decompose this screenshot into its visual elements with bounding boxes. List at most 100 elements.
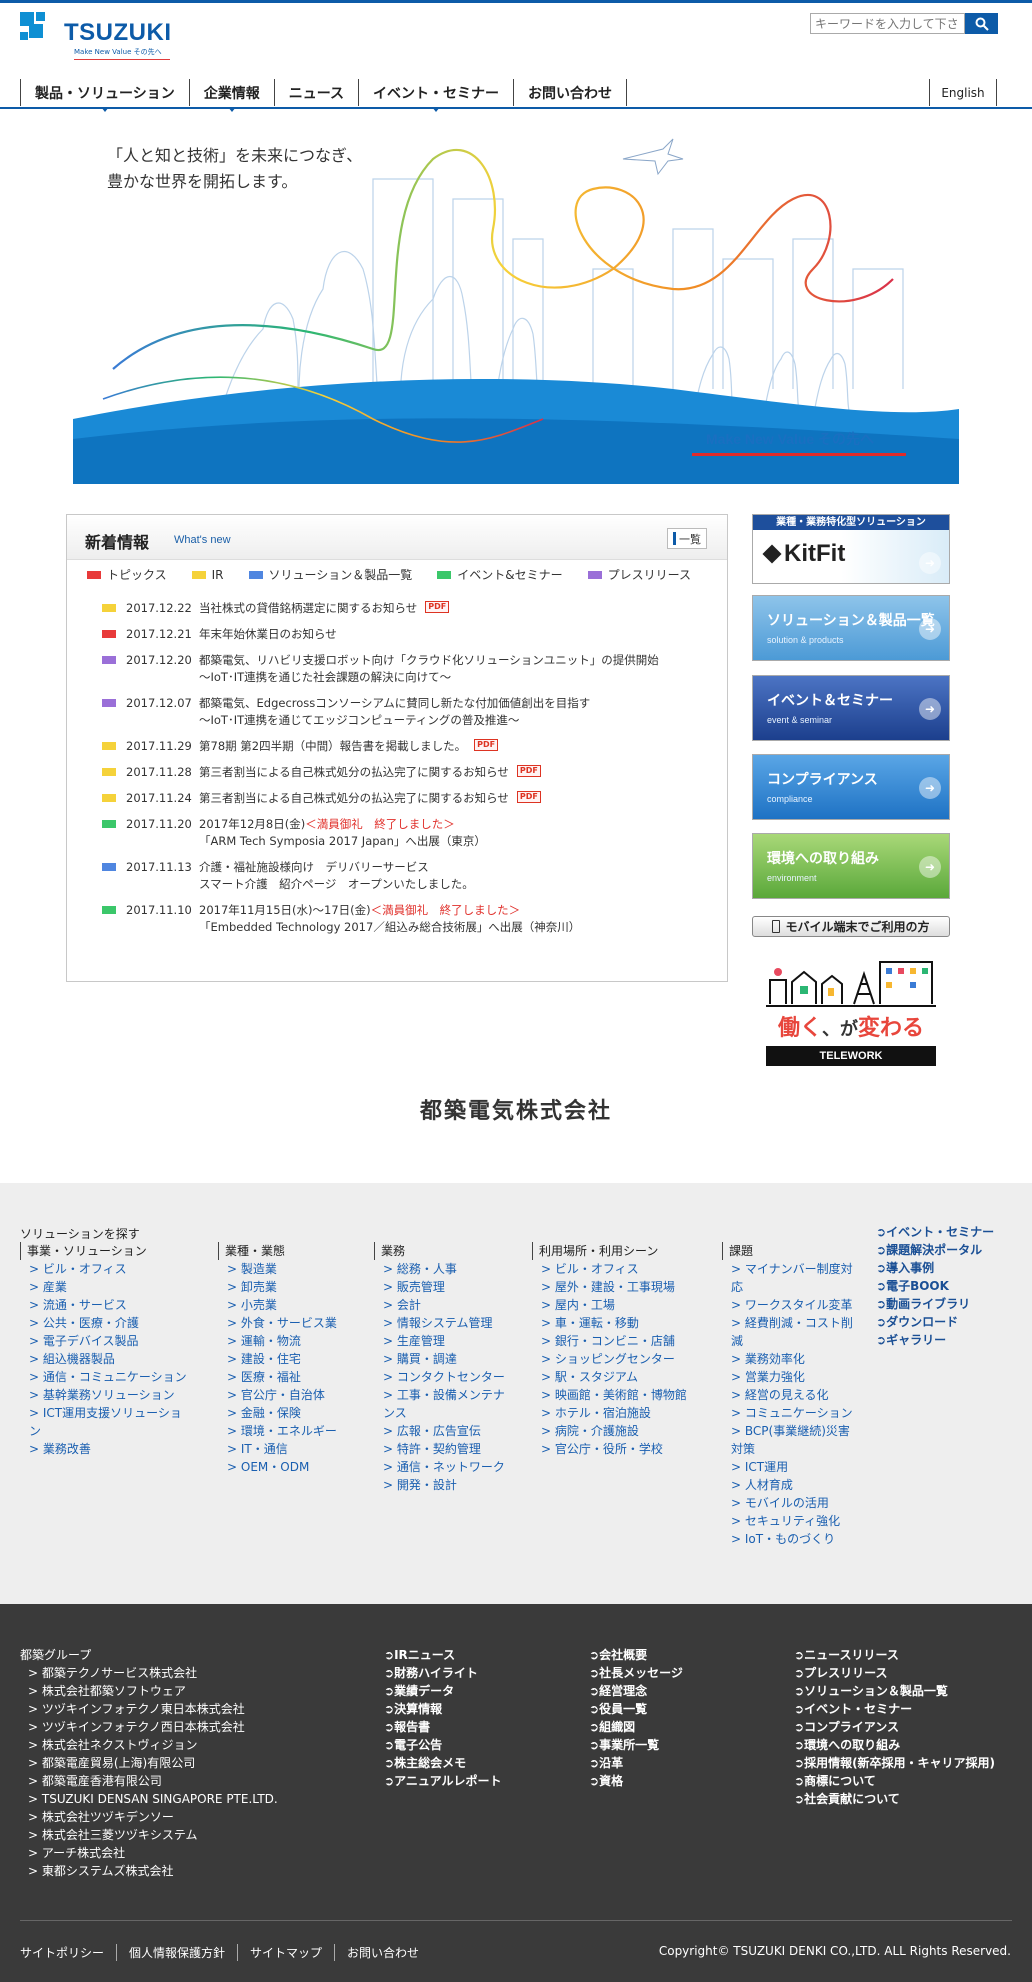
- sitemap-quick-link[interactable]: 動画ライブラリ: [876, 1295, 994, 1313]
- news-item[interactable]: 2017.11.28 第三者割当による自己株式処分の払込完了に関するお知らせ PDF: [102, 764, 712, 781]
- news-headline[interactable]: 第78期 第2四半期（中間）報告書を掲載しました。: [199, 739, 466, 753]
- sitemap-link[interactable]: 映画館・美術館・博物館: [541, 1386, 702, 1404]
- footer-link[interactable]: イベント・セミナー: [794, 1700, 995, 1718]
- sitemap-link[interactable]: 公共・医療・介護: [29, 1314, 190, 1332]
- sitemap-quick-link[interactable]: ギャラリー: [876, 1331, 994, 1349]
- english-link[interactable]: English: [929, 79, 997, 106]
- sitemap-link[interactable]: 車・運転・移動: [541, 1314, 702, 1332]
- sitemap-link[interactable]: 電子デバイス製品: [29, 1332, 190, 1350]
- sitemap-quick-link[interactable]: 課題解決ポータル: [876, 1241, 994, 1259]
- footer-link[interactable]: IRニュース: [384, 1646, 501, 1664]
- group-company-link[interactable]: 都築電産貿易(上海)有限公司: [28, 1754, 278, 1772]
- news-headline[interactable]: 第三者割当による自己株式処分の払込完了に関するお知らせ: [199, 791, 509, 805]
- sitemap-link[interactable]: 開発・設計: [383, 1476, 514, 1494]
- sitemap-quick-link[interactable]: ダウンロード: [876, 1313, 994, 1331]
- news-headline[interactable]: 都築電気、リハビリ支援ロボット向け「クラウド化ソリューションユニット」の提供開始: [199, 653, 659, 667]
- group-company-link[interactable]: 株式会社都築ソフトウェア: [28, 1682, 278, 1700]
- news-headline[interactable]: 介護・福祉施設様向け デリバリーサービス: [199, 860, 429, 874]
- news-item[interactable]: 2017.12.20 都築電気、リハビリ支援ロボット向け「クラウド化ソリューション…: [102, 652, 712, 686]
- sitemap-link[interactable]: 経費削減・コスト削減: [731, 1314, 857, 1350]
- group-company-link[interactable]: ツヅキインフォテクノ西日本株式会社: [28, 1718, 278, 1736]
- sitemap-link[interactable]: ビル・オフィス: [29, 1260, 190, 1278]
- sitemap-link[interactable]: 医療・福祉: [227, 1368, 358, 1386]
- news-item[interactable]: 2017.11.10 2017年11月15日(水)～17日(金)＜満員御礼 終了し…: [102, 902, 712, 936]
- group-company-link[interactable]: アーチ株式会社: [28, 1844, 278, 1862]
- news-item[interactable]: 2017.11.29 第78期 第2四半期（中間）報告書を掲載しました。 PDF: [102, 738, 712, 755]
- telework-banner[interactable]: 働く、が変わる TELEWORK: [766, 954, 936, 1066]
- sitemap-link[interactable]: 運輸・物流: [227, 1332, 358, 1350]
- sitemap-link[interactable]: 外食・サービス業: [227, 1314, 358, 1332]
- nav-news[interactable]: ニュース: [273, 79, 358, 106]
- sitemap-link[interactable]: 屋内・工場: [541, 1296, 702, 1314]
- footer-link[interactable]: プレスリリース: [794, 1664, 995, 1682]
- footer-link[interactable]: 商標について: [794, 1772, 995, 1790]
- kitfit-banner[interactable]: 業種・業務特化型ソリューション KitFit ➜: [752, 514, 950, 584]
- news-category-1[interactable]: IR: [191, 566, 224, 583]
- sitemap-link[interactable]: 建設・住宅: [227, 1350, 358, 1368]
- group-company-link[interactable]: TSUZUKI DENSAN SINGAPORE PTE.LTD.: [28, 1790, 278, 1808]
- footer-link[interactable]: 資格: [589, 1772, 683, 1790]
- sitemap-link[interactable]: ショッピングセンター: [541, 1350, 702, 1368]
- compliance-banner[interactable]: コンプライアンス compliance ➜: [752, 754, 950, 820]
- footer-link[interactable]: 業績データ: [384, 1682, 501, 1700]
- news-item[interactable]: 2017.11.24 第三者割当による自己株式処分の払込完了に関するお知らせ PDF: [102, 790, 712, 807]
- footer-link[interactable]: 会社概要: [589, 1646, 683, 1664]
- footer-bottom-link[interactable]: 個人情報保護方針: [116, 1944, 237, 1961]
- sitemap-link[interactable]: マイナンバー制度対応: [731, 1260, 857, 1296]
- sitemap-link[interactable]: 屋外・建設・工事現場: [541, 1278, 702, 1296]
- sitemap-link[interactable]: 基幹業務ソリューション: [29, 1386, 190, 1404]
- footer-link[interactable]: 財務ハイライト: [384, 1664, 501, 1682]
- footer-link[interactable]: 採用情報(新卒採用・キャリア採用): [794, 1754, 995, 1772]
- solutions-banner[interactable]: ソリューション＆製品一覧 solution & products ➜: [752, 595, 950, 661]
- events-banner[interactable]: イベント＆セミナー event & seminar ➜: [752, 675, 950, 741]
- footer-bottom-link[interactable]: お問い合わせ: [334, 1944, 431, 1961]
- footer-link[interactable]: 沿革: [589, 1754, 683, 1772]
- footer-link[interactable]: 社長メッセージ: [589, 1664, 683, 1682]
- news-item[interactable]: 2017.12.22 当社株式の貸借銘柄選定に関するお知らせ PDF: [102, 600, 712, 617]
- nav-company[interactable]: 企業情報: [188, 79, 274, 112]
- nav-products[interactable]: 製品・ソリューション: [20, 79, 189, 112]
- news-item[interactable]: 2017.12.21 年末年始休業日のお知らせ: [102, 626, 712, 643]
- sitemap-link[interactable]: 金融・保険: [227, 1404, 358, 1422]
- footer-link[interactable]: 組織図: [589, 1718, 683, 1736]
- footer-link[interactable]: 役員一覧: [589, 1700, 683, 1718]
- sitemap-link[interactable]: 経営の見える化: [731, 1386, 857, 1404]
- sitemap-link[interactable]: 工事・設備メンテナンス: [383, 1386, 514, 1422]
- sitemap-link[interactable]: ICT運用支援ソリューション: [29, 1404, 190, 1440]
- sitemap-link[interactable]: 産業: [29, 1278, 190, 1296]
- sitemap-quick-link[interactable]: 電子BOOK: [876, 1277, 994, 1295]
- news-headline[interactable]: 2017年12月8日(金): [199, 817, 305, 831]
- news-category-0[interactable]: トピックス: [87, 566, 167, 583]
- sitemap-link[interactable]: 人材育成: [731, 1476, 857, 1494]
- news-category-2[interactable]: ソリューション＆製品一覧: [248, 566, 412, 583]
- footer-link[interactable]: 社会貢献について: [794, 1790, 995, 1808]
- news-headline[interactable]: 年末年始休業日のお知らせ: [199, 627, 337, 641]
- sitemap-link[interactable]: セキュリティ強化: [731, 1512, 857, 1530]
- sitemap-link[interactable]: 流通・サービス: [29, 1296, 190, 1314]
- hero-banner[interactable]: 「人と知と技術」を未来につなぎ、 豊かな世界を開拓します。 Make New V…: [73, 119, 959, 484]
- sitemap-link[interactable]: コンタクトセンター: [383, 1368, 514, 1386]
- news-item[interactable]: 2017.12.07 都築電気、Edgecrossコンソーシアムに賛同し新たな付加…: [102, 695, 712, 729]
- sitemap-link[interactable]: 業務効率化: [731, 1350, 857, 1368]
- sitemap-link[interactable]: 官公庁・役所・学校: [541, 1440, 702, 1458]
- footer-bottom-link[interactable]: サイトマップ: [237, 1944, 334, 1961]
- sitemap-link[interactable]: 業務改善: [29, 1440, 190, 1458]
- sitemap-quick-link[interactable]: 導入事例: [876, 1259, 994, 1277]
- sitemap-link[interactable]: ホテル・宿泊施設: [541, 1404, 702, 1422]
- sitemap-link[interactable]: 通信・ネットワーク: [383, 1458, 514, 1476]
- news-category-4[interactable]: プレスリリース: [587, 566, 691, 583]
- footer-link[interactable]: 株主総会メモ: [384, 1754, 501, 1772]
- sitemap-link[interactable]: 広報・広告宣伝: [383, 1422, 514, 1440]
- sitemap-link[interactable]: 総務・人事: [383, 1260, 514, 1278]
- footer-link[interactable]: 経営理念: [589, 1682, 683, 1700]
- company-logo[interactable]: TSUZUKI Make New Value その先へ: [20, 10, 172, 60]
- sitemap-link[interactable]: 組込機器製品: [29, 1350, 190, 1368]
- environment-banner[interactable]: 環境への取り組み environment ➜: [752, 833, 950, 899]
- group-company-link[interactable]: 株式会社ネクストヴィジョン: [28, 1736, 278, 1754]
- sitemap-link[interactable]: 小売業: [227, 1296, 358, 1314]
- footer-link[interactable]: ニュースリリース: [794, 1646, 995, 1664]
- sitemap-link[interactable]: IoT・ものづくり: [731, 1530, 857, 1548]
- nav-contact[interactable]: お問い合わせ: [513, 79, 628, 106]
- group-company-link[interactable]: 都築電産香港有限公司: [28, 1772, 278, 1790]
- sitemap-link[interactable]: ビル・オフィス: [541, 1260, 702, 1278]
